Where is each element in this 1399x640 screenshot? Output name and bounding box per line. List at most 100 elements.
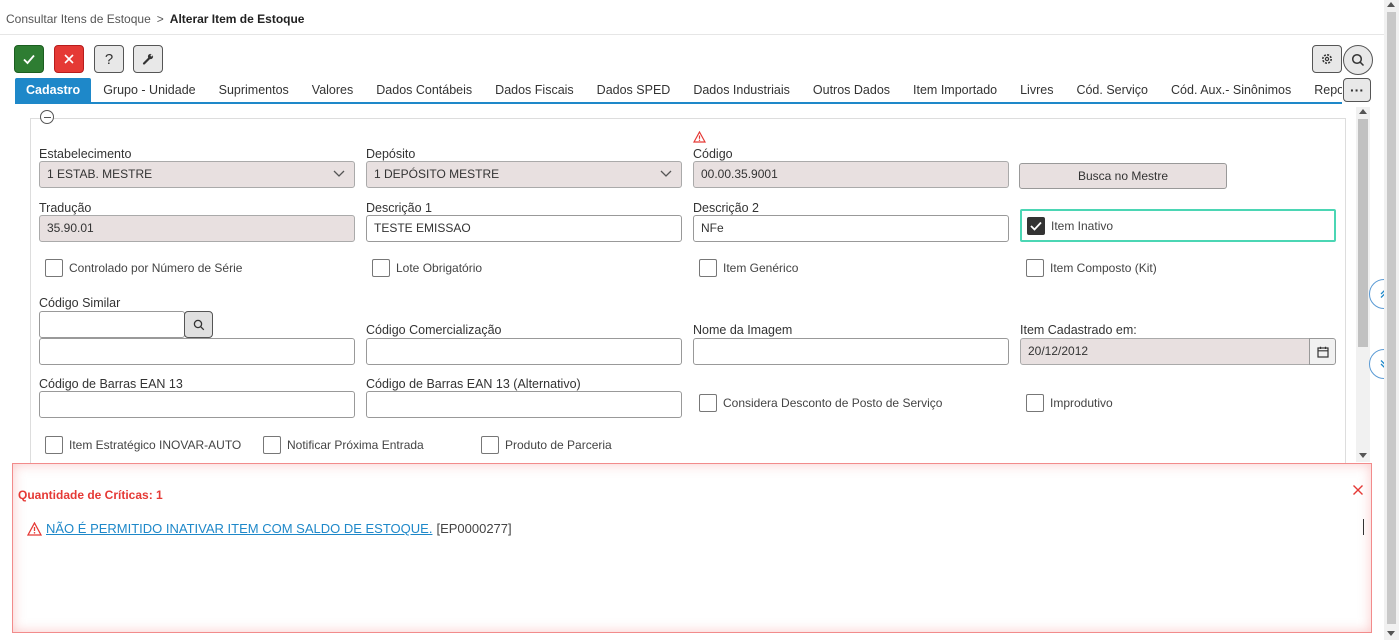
- item-cadastrado-field[interactable]: 20/12/2012: [1020, 338, 1310, 365]
- warning-icon: [27, 521, 42, 536]
- deposito-value: 1 DEPÓSITO MESTRE: [374, 167, 500, 181]
- busca-mestre-button[interactable]: Busca no Mestre: [1019, 163, 1227, 189]
- tab-valores[interactable]: Valores: [301, 78, 364, 103]
- item-generico-label: Item Genérico: [723, 261, 799, 275]
- item-estrategico-checkbox[interactable]: Item Estratégico INOVAR-AUTO: [45, 436, 241, 454]
- tab-cod-aux-sinonimos[interactable]: Cód. Aux.- Sinônimos: [1160, 78, 1302, 103]
- descricao2-field[interactable]: NFe: [693, 215, 1009, 242]
- calendar-icon: [1316, 346, 1329, 358]
- page-scroll-thumb[interactable]: [1387, 12, 1396, 624]
- error-item: NÃO É PERMITIDO INATIVAR ITEM COM SALDO …: [27, 521, 512, 536]
- notificar-entrada-label: Notificar Próxima Entrada: [287, 438, 424, 452]
- considera-desconto-checkbox[interactable]: Considera Desconto de Posto de Serviço: [699, 394, 942, 412]
- errors-panel: Quantidade de Críticas: 1 NÃO É PERMITID…: [12, 463, 1372, 633]
- codigo-similar-search-button[interactable]: [184, 311, 213, 338]
- considera-desconto-label: Considera Desconto de Posto de Serviço: [723, 396, 943, 410]
- codigo-similar-label: Código Similar: [39, 296, 121, 310]
- settings-button[interactable]: [1312, 45, 1342, 73]
- tab-cod-servico[interactable]: Cód. Serviço: [1065, 78, 1159, 103]
- global-search-button[interactable]: [1343, 45, 1373, 75]
- scroll-down-arrow[interactable]: [1359, 453, 1367, 458]
- scroll-up-arrow[interactable]: [1359, 109, 1367, 114]
- checkbox-box: [1026, 394, 1044, 412]
- panel-scrollbar[interactable]: [1356, 107, 1370, 462]
- page-scroll-down-arrow[interactable]: [1387, 631, 1395, 636]
- ean13-alt-field[interactable]: [366, 391, 682, 418]
- item-composto-checkbox[interactable]: Item Composto (Kit): [1026, 259, 1157, 277]
- tab-cadastro[interactable]: Cadastro: [15, 78, 92, 103]
- tab-dados-contabeis[interactable]: Dados Contábeis: [365, 78, 483, 103]
- cancel-button[interactable]: [54, 45, 84, 73]
- gear-icon: [1322, 54, 1332, 64]
- item-generico-checkbox[interactable]: Item Genérico: [699, 259, 798, 277]
- tab-item-importado[interactable]: Item Importado: [902, 78, 1008, 103]
- scroll-thumb[interactable]: [1358, 119, 1368, 347]
- search-icon: [193, 319, 204, 330]
- traducao-label: Tradução: [39, 201, 92, 215]
- question-icon: ?: [104, 50, 114, 68]
- checkbox-box: [699, 259, 717, 277]
- descricao1-field[interactable]: TESTE EMISSAO: [366, 215, 682, 242]
- nome-imagem-label: Nome da Imagem: [693, 323, 793, 337]
- improdutivo-checkbox[interactable]: Improdutivo: [1026, 394, 1113, 412]
- chevron-down-icon: [333, 170, 345, 177]
- notificar-entrada-checkbox[interactable]: Notificar Próxima Entrada: [263, 436, 424, 454]
- header-divider: [0, 34, 1384, 35]
- ean13-label: Código de Barras EAN 13: [39, 377, 183, 391]
- tab-dados-fiscais[interactable]: Dados Fiscais: [484, 78, 585, 103]
- tab-underline: [15, 102, 1342, 104]
- tab-dados-sped[interactable]: Dados SPED: [586, 78, 682, 103]
- page-scroll-up-arrow[interactable]: [1387, 2, 1395, 7]
- error-message-link[interactable]: NÃO É PERMITIDO INATIVAR ITEM COM SALDO …: [46, 521, 432, 536]
- estabelecimento-label: Estabelecimento: [39, 147, 132, 161]
- tab-reposicao-preco-v[interactable]: Reposição - Preço V: [1303, 78, 1342, 103]
- ean13-field[interactable]: [39, 391, 355, 418]
- tab-dados-industriais[interactable]: Dados Industriais: [682, 78, 801, 103]
- page-scrollbar[interactable]: [1384, 0, 1399, 640]
- codigo-similar-field[interactable]: [39, 311, 185, 338]
- estabelecimento-value: 1 ESTAB. MESTRE: [47, 167, 153, 181]
- estabelecimento-select[interactable]: 1 ESTAB. MESTRE: [39, 161, 355, 188]
- nome-imagem-field[interactable]: [693, 338, 1009, 365]
- checkbox-box: [699, 394, 717, 412]
- lote-obrigatorio-checkbox[interactable]: Lote Obrigatório: [372, 259, 482, 277]
- codigo-similar-description-field[interactable]: [39, 338, 355, 365]
- item-cadastrado-label: Item Cadastrado em:: [1020, 323, 1137, 337]
- close-icon: [64, 54, 74, 64]
- more-tabs-button[interactable]: ···: [1343, 78, 1371, 102]
- produto-parceria-checkbox[interactable]: Produto de Parceria: [481, 436, 612, 454]
- checkbox-box: [1026, 259, 1044, 277]
- tools-button[interactable]: [133, 45, 163, 73]
- checkbox-box: [372, 259, 390, 277]
- confirm-button[interactable]: [14, 45, 44, 73]
- ean13-alt-label: Código de Barras EAN 13 (Alternativo): [366, 377, 581, 391]
- breadcrumb-parent-link[interactable]: Consultar Itens de Estoque: [6, 12, 151, 26]
- codigo-label: Código: [693, 147, 733, 161]
- tab-grupo-unidade[interactable]: Grupo - Unidade: [92, 78, 206, 103]
- item-inativo-label: Item Inativo: [1051, 219, 1114, 233]
- codigo-field[interactable]: 00.00.35.9001: [693, 161, 1009, 188]
- controlado-serie-checkbox[interactable]: Controlado por Número de Série: [45, 259, 242, 277]
- improdutivo-label: Improdutivo: [1050, 396, 1113, 410]
- calendar-button[interactable]: [1309, 338, 1336, 365]
- tab-suprimentos[interactable]: Suprimentos: [208, 78, 300, 103]
- collapse-icon[interactable]: [40, 110, 54, 124]
- traducao-field[interactable]: 35.90.01: [39, 215, 355, 242]
- codigo-comercializacao-label: Código Comercialização: [366, 323, 502, 337]
- item-estrategico-label: Item Estratégico INOVAR-AUTO: [69, 438, 242, 452]
- codigo-comercializacao-field[interactable]: [366, 338, 682, 365]
- tab-livres[interactable]: Livres: [1009, 78, 1064, 103]
- item-inativo-checkbox[interactable]: Item Inativo: [1027, 217, 1113, 235]
- search-icon: [1351, 53, 1365, 67]
- breadcrumb-separator: >: [156, 12, 164, 26]
- close-icon[interactable]: [1352, 484, 1364, 496]
- deposito-select[interactable]: 1 DEPÓSITO MESTRE: [366, 161, 682, 188]
- errors-title: Quantidade de Críticas: 1: [18, 488, 163, 502]
- chevron-down-icon: [660, 170, 672, 177]
- breadcrumb: Consultar Itens de Estoque > Alterar Item …: [6, 12, 304, 26]
- checkbox-box: [45, 259, 63, 277]
- tab-outros-dados[interactable]: Outros Dados: [802, 78, 901, 103]
- help-button[interactable]: ?: [94, 45, 124, 73]
- checkbox-box: [45, 436, 63, 454]
- item-composto-label: Item Composto (Kit): [1050, 261, 1157, 275]
